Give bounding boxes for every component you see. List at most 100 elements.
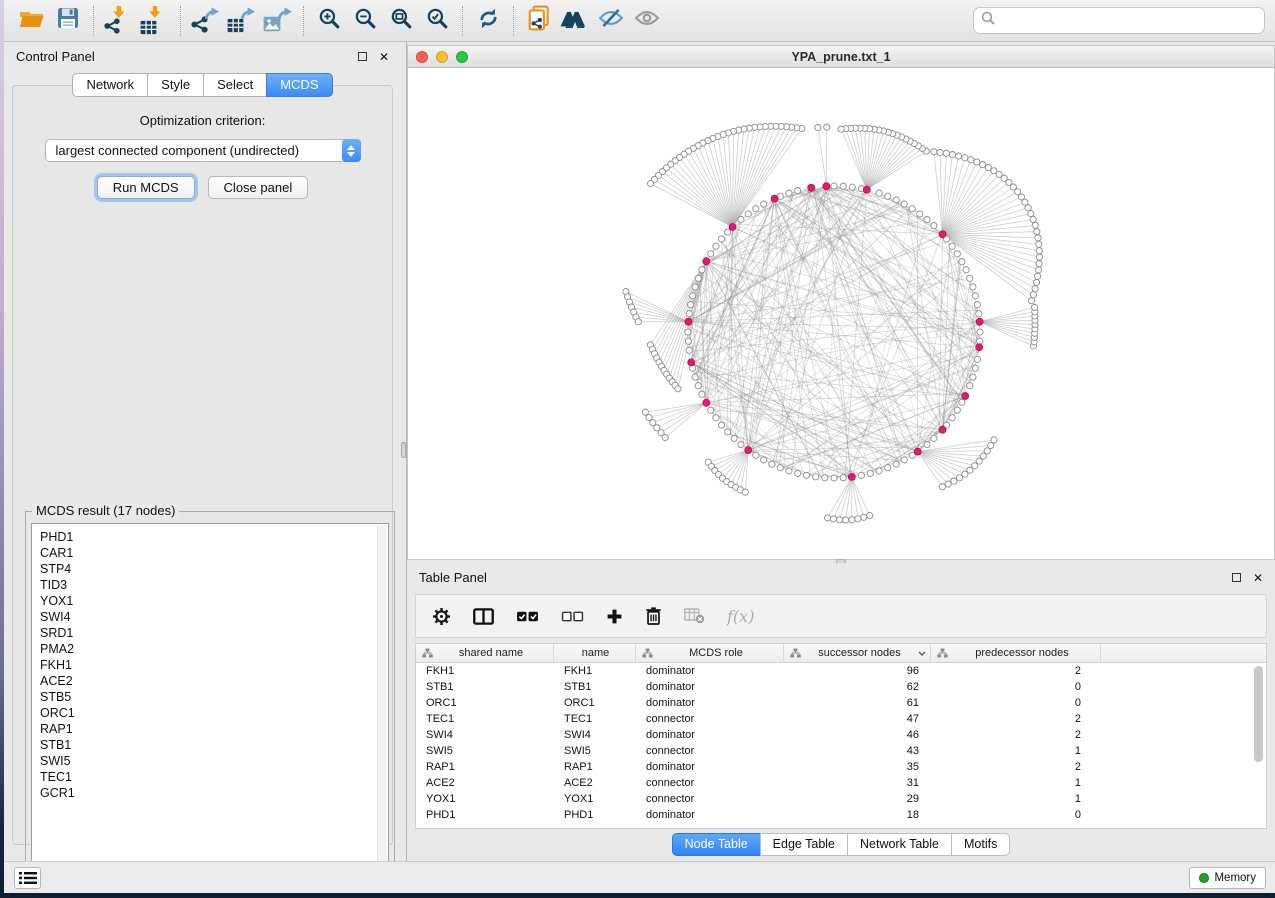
import-network-button[interactable] [101,4,137,38]
delete-table-icon[interactable] [684,608,705,624]
tab-network-table[interactable]: Network Table [847,833,952,856]
status-bar: Memory [4,861,1275,893]
table-panel: Table Panel ✕ f(x) shared name name MCDS… [407,563,1275,861]
column-header-shared-name[interactable]: shared name [416,644,554,662]
export-image-button[interactable] [260,4,296,38]
open-session-button[interactable] [14,4,50,38]
refresh-icon [476,6,501,36]
list-item[interactable]: CAR1 [40,545,388,561]
network-canvas[interactable] [408,68,1274,559]
table-panel-title: Table Panel [419,570,487,585]
memory-status-icon [1199,873,1209,883]
tab-motifs[interactable]: Motifs [951,833,1010,856]
mcds-result-list[interactable]: PHD1 CAR1 STP4 TID3 YOX1 SWI4 SRD1 PMA2 … [31,523,389,877]
task-history-button[interactable] [14,867,41,889]
close-panel-icon[interactable]: ✕ [1253,573,1263,583]
tab-select[interactable]: Select [203,73,267,97]
share-document-button[interactable] [521,4,557,38]
toggle-columns-icon[interactable] [473,608,494,625]
tree-icon [937,648,948,658]
import-table-button[interactable] [137,4,173,38]
save-floppy-icon [57,7,79,34]
list-item[interactable]: YOX1 [40,593,388,609]
table-row[interactable]: YOX1YOX1connector291 [416,791,1266,807]
zoom-in-icon [317,6,342,36]
tab-network[interactable]: Network [72,73,148,97]
table-row[interactable]: STB1STB1dominator620 [416,679,1266,695]
run-mcds-button[interactable]: Run MCDS [97,176,195,199]
hide-annotations-button[interactable] [593,4,629,38]
network-window-titlebar[interactable]: YPA_prune.txt_1 [408,46,1274,68]
optimization-criterion-label: Optimization criterion: [13,113,392,128]
list-item[interactable]: SWI4 [40,609,388,625]
criterion-select[interactable]: largest connected component (undirected) [45,139,361,162]
list-item[interactable]: ORC1 [40,705,388,721]
table-header-row: shared name name MCDS role successor nod… [416,644,1266,663]
share-document-icon [527,5,551,36]
table-row[interactable]: FKH1FKH1dominator962 [416,663,1266,679]
deselect-all-icon[interactable] [561,610,584,623]
splitter-grip[interactable] [401,442,406,458]
function-builder-icon[interactable]: f(x) [727,607,754,626]
export-table-button[interactable] [224,4,260,38]
table-scrollbar[interactable] [1254,666,1263,824]
save-session-button[interactable] [50,4,86,38]
table-row[interactable]: PHD1PHD1dominator180 [416,807,1266,823]
column-header-mcds-role[interactable]: MCDS role [636,644,784,662]
search-input[interactable] [996,11,1264,31]
float-panel-icon[interactable] [358,52,367,61]
zoom-in-button[interactable] [311,4,347,38]
add-column-icon[interactable] [606,608,623,625]
list-item[interactable]: PMA2 [40,641,388,657]
list-item[interactable]: ACE2 [40,673,388,689]
table-row[interactable]: SWI5SWI5connector431 [416,743,1266,759]
tree-icon [790,648,801,658]
table-row[interactable]: ACE2ACE2connector311 [416,775,1266,791]
criterion-value: largest connected component (undirected) [46,143,342,158]
import-network-icon [104,7,134,35]
list-item[interactable]: RAP1 [40,721,388,737]
list-item[interactable]: PHD1 [40,529,388,545]
list-item[interactable]: STB5 [40,689,388,705]
close-panel-button[interactable]: Close panel [208,176,309,199]
node-table: shared name name MCDS role successor nod… [415,643,1267,829]
float-panel-icon[interactable] [1232,573,1241,582]
scrollbar-thumb[interactable] [1254,666,1263,762]
tab-node-table[interactable]: Node Table [672,833,761,856]
select-all-icon[interactable] [516,610,539,623]
export-image-icon [263,7,293,35]
table-row[interactable]: RAP1RAP1dominator352 [416,759,1266,775]
column-header-name[interactable]: name [554,644,636,662]
memory-button[interactable]: Memory [1189,867,1266,889]
table-row[interactable]: SWI4SWI4dominator462 [416,727,1266,743]
list-item[interactable]: FKH1 [40,657,388,673]
table-row[interactable]: ORC1ORC1dominator610 [416,695,1266,711]
column-header-predecessor-nodes[interactable]: predecessor nodes [931,644,1101,662]
column-header-successor-nodes[interactable]: successor nodes [784,644,931,662]
search-field[interactable] [973,7,1265,34]
search-network-icon-button[interactable] [557,4,593,38]
list-item[interactable]: STB1 [40,737,388,753]
list-scrollbar[interactable] [377,525,387,875]
table-row[interactable]: TEC1TEC1connector472 [416,711,1266,727]
list-item[interactable]: SWI5 [40,753,388,769]
zoom-out-button[interactable] [347,4,383,38]
export-network-button[interactable] [188,4,224,38]
list-item[interactable]: TEC1 [40,769,388,785]
zoom-fit-button[interactable] [383,4,419,38]
close-panel-icon[interactable]: ✕ [379,52,389,62]
list-item[interactable]: STP4 [40,561,388,577]
refresh-view-button[interactable] [470,4,506,38]
delete-column-icon[interactable] [645,606,662,626]
settings-gear-icon[interactable] [432,607,451,626]
show-annotations-button[interactable] [629,4,665,38]
tab-style[interactable]: Style [147,73,204,97]
list-item[interactable]: GCR1 [40,785,388,801]
list-item[interactable]: SRD1 [40,625,388,641]
zoom-selected-button[interactable] [419,4,455,38]
open-folder-icon [19,7,45,34]
tab-edge-table[interactable]: Edge Table [760,833,848,856]
list-item[interactable]: TID3 [40,577,388,593]
tab-mcds[interactable]: MCDS [266,73,332,97]
control-panel: Control Panel ✕ Network Style Select MCD… [4,42,401,861]
